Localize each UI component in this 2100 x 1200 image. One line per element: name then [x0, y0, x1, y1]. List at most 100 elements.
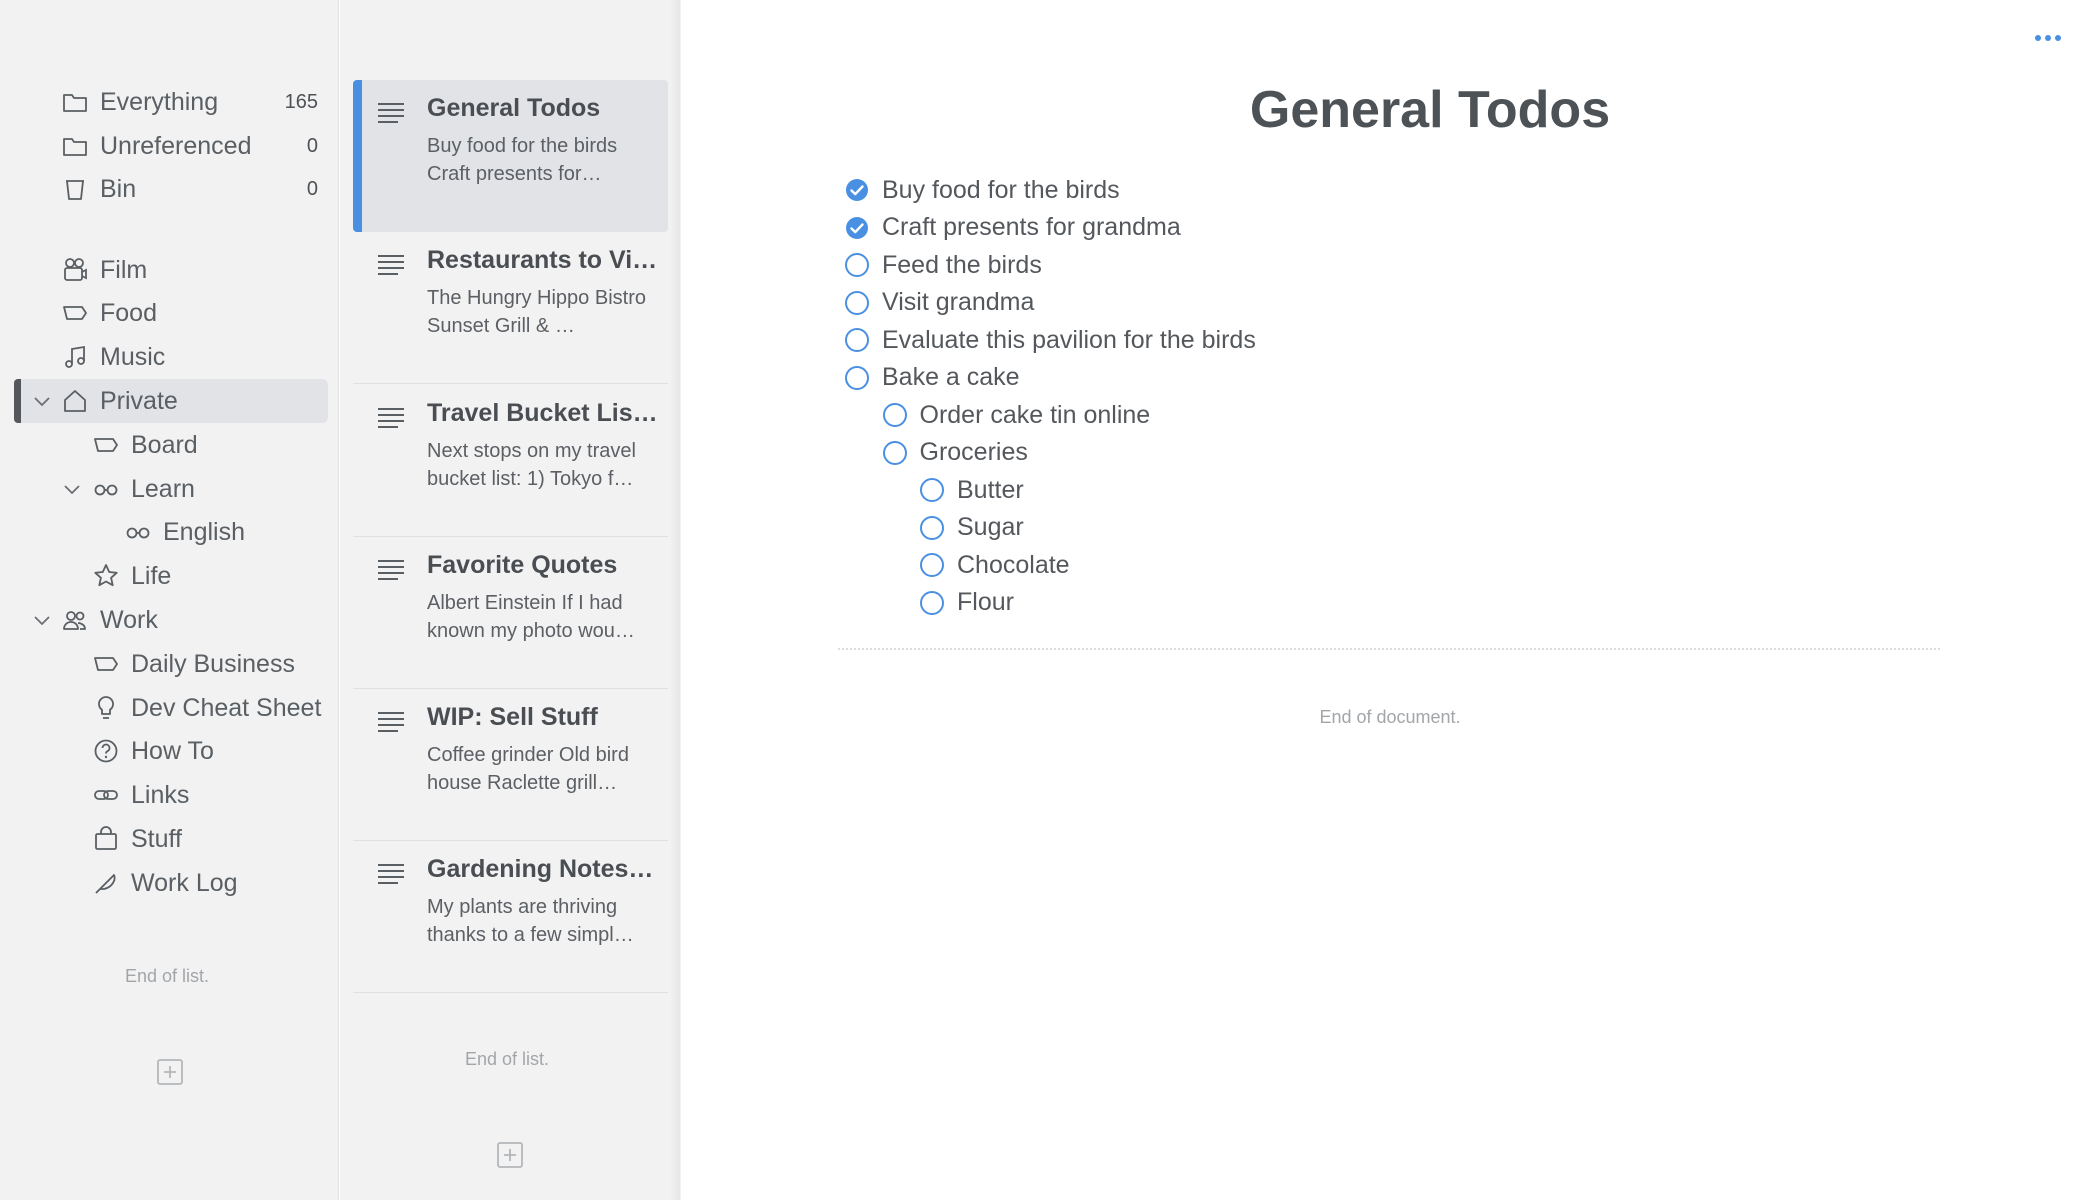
todo-item[interactable]: Sugar	[919, 511, 1024, 545]
checkbox-unchecked-icon[interactable]	[919, 515, 945, 541]
sidebar-item-stuff[interactable]: Stuff	[14, 817, 328, 861]
note-preview: The Hungry Hippo Bistro Sunset Grill & …	[427, 287, 646, 337]
sidebar-item-board[interactable]: Board	[14, 423, 328, 467]
sidebar-item-daily-business[interactable]: Daily Business	[14, 642, 328, 686]
tag-icon	[94, 438, 118, 452]
sidebar-item-links[interactable]: Links	[14, 773, 328, 817]
checkbox-unchecked-icon[interactable]	[919, 552, 945, 578]
checkbox-unchecked-icon[interactable]	[844, 327, 870, 353]
checkbox-checked-icon[interactable]	[844, 177, 870, 203]
note-card-general-todos[interactable]: General Todos Buy food for the birds Cra…	[353, 80, 668, 232]
checkbox-unchecked-icon[interactable]	[844, 365, 870, 391]
add-note-button[interactable]	[496, 1141, 524, 1169]
todo-item[interactable]: Craft presents for grandma	[844, 211, 1181, 245]
note-card-gardening-notes[interactable]: Gardening Notes… My plants are thriving …	[353, 841, 668, 993]
sidebar-item-label: Music	[100, 342, 166, 371]
sidebar-item-label: Links	[131, 780, 190, 809]
checkbox-unchecked-icon[interactable]	[919, 477, 945, 503]
checkbox-unchecked-icon[interactable]	[919, 590, 945, 616]
add-tag-button[interactable]	[156, 1058, 184, 1086]
todo-text: Butter	[957, 475, 1024, 504]
lightbulb-icon	[98, 696, 114, 719]
sidebar-item-label: Life	[131, 561, 172, 590]
sidebar-item-learn[interactable]: Learn	[14, 467, 328, 511]
note-card-favorite-quotes[interactable]: Favorite Quotes Albert Einstein If I had…	[353, 537, 668, 689]
todo-text: Order cake tin online	[919, 400, 1151, 429]
note-card-restaurants[interactable]: Restaurants to Vi… The Hungry Hippo Bist…	[353, 232, 668, 384]
sidebar-item-dev-cheat-sheet[interactable]: Dev Cheat Sheet	[14, 686, 328, 730]
checkbox-unchecked-icon[interactable]	[882, 440, 908, 466]
sidebar-item-count: 165	[284, 90, 318, 113]
todo-item[interactable]: Order cake tin online	[882, 398, 1151, 432]
lines-icon	[378, 864, 404, 884]
todo-text: Craft presents for grandma	[882, 213, 1181, 241]
sidebar-item-food[interactable]: Food	[14, 291, 328, 335]
sidebar-item-unreferenced[interactable]: Unreferenced 0	[14, 124, 328, 168]
chevron-down-icon[interactable]	[32, 610, 52, 630]
sidebar-item-label: Everything	[100, 87, 219, 116]
sidebar-item-film[interactable]: Film	[14, 248, 328, 292]
todo-item[interactable]: Chocolate	[919, 548, 1070, 582]
folder-icon	[63, 138, 87, 156]
todo-item[interactable]: Flour	[919, 586, 1014, 620]
checkbox-checked-icon[interactable]	[844, 215, 870, 241]
todo-item[interactable]: Bake a cake	[844, 361, 1020, 395]
checkbox-unchecked-icon[interactable]	[844, 252, 870, 278]
note-title: Restaurants to Vi…	[427, 246, 658, 274]
todo-text: Buy food for the birds	[882, 175, 1120, 204]
lines-icon	[378, 255, 404, 275]
todo-text: Evaluate this pavilion for the birds	[882, 325, 1256, 354]
people-icon	[63, 611, 86, 630]
music-note-icon	[65, 345, 85, 368]
sidebar-item-everything[interactable]: Everything 165	[14, 80, 328, 124]
document-end-text: End of document.	[1319, 707, 1461, 727]
sidebar-item-how-to[interactable]: How To	[14, 729, 328, 773]
sidebar-item-music[interactable]: Music	[14, 335, 328, 379]
chevron-down-icon[interactable]	[32, 391, 52, 411]
sidebar-item-life[interactable]: Life	[14, 554, 328, 598]
note-preview: Albert Einstein If I had known my photo …	[427, 592, 635, 642]
todo-item[interactable]: Groceries	[882, 436, 1028, 470]
note-preview: Buy food for the birds Craft presents fo…	[427, 135, 618, 185]
sidebar-item-label: Daily Business	[131, 649, 295, 678]
note-preview: Coffee grinder Old bird house Raclette g…	[427, 744, 629, 794]
checkbox-unchecked-icon[interactable]	[882, 402, 908, 428]
todo-item[interactable]: Visit grandma	[844, 286, 1034, 320]
lines-icon	[378, 712, 404, 732]
sidebar: Everything 165 Unreferenced 0 Bin 0 Film…	[0, 0, 339, 1200]
todo-text: Sugar	[957, 513, 1024, 541]
todo-item[interactable]: Butter	[919, 473, 1024, 507]
sidebar-item-label: How To	[131, 736, 214, 765]
sidebar-item-label: Private	[100, 386, 178, 415]
more-options-icon[interactable]	[2034, 30, 2062, 46]
note-title: WIP: Sell Stuff	[427, 703, 598, 731]
sidebar-item-bin[interactable]: Bin 0	[14, 167, 328, 211]
chevron-down-icon[interactable]	[62, 479, 82, 499]
todo-item[interactable]: Buy food for the birds	[844, 173, 1120, 207]
checkbox-unchecked-icon[interactable]	[844, 290, 870, 316]
trash-icon	[66, 180, 84, 200]
sidebar-item-label: Bin	[100, 174, 137, 203]
todo-item[interactable]: Feed the birds	[844, 248, 1042, 282]
document-title[interactable]: General Todos	[1080, 80, 1780, 140]
lines-icon	[378, 408, 404, 428]
note-card-travel-bucket-list[interactable]: Travel Bucket Lis… Next stops on my trav…	[353, 385, 668, 537]
sidebar-item-english[interactable]: English	[14, 510, 328, 554]
sidebar-item-private[interactable]: Private	[14, 379, 328, 423]
todo-item[interactable]: Evaluate this pavilion for the birds	[844, 323, 1256, 357]
note-title: Gardening Notes…	[427, 855, 654, 883]
tag-icon	[63, 306, 87, 320]
sidebar-item-work[interactable]: Work	[14, 598, 328, 642]
note-title: Travel Bucket Lis…	[427, 399, 658, 427]
sidebar-item-count: 0	[306, 134, 318, 157]
sidebar-item-work-log[interactable]: Work Log	[14, 861, 328, 905]
sidebar-end-of-list: End of list.	[125, 966, 210, 986]
note-card-wip-sell-stuff[interactable]: WIP: Sell Stuff Coffee grinder Old bird …	[353, 689, 668, 841]
link-icon	[94, 790, 118, 800]
document-divider	[838, 648, 1940, 650]
todo-text: Groceries	[919, 438, 1028, 466]
sidebar-item-label: Food	[100, 298, 157, 327]
lines-icon	[378, 560, 404, 580]
sidebar-item-label: Learn	[131, 474, 195, 503]
note-title: General Todos	[427, 94, 601, 122]
